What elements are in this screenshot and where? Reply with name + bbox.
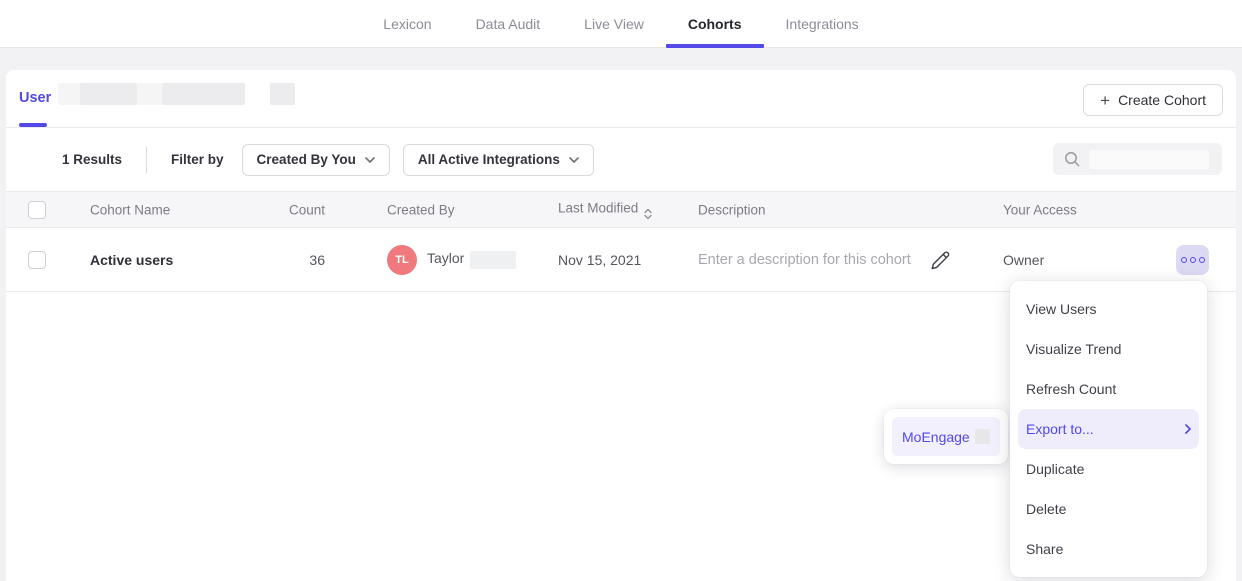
header-last-modified-label: Last Modified	[558, 200, 638, 215]
moengage-label: MoEngage	[902, 429, 970, 445]
dots-icon	[1199, 257, 1205, 263]
dots-icon	[1190, 257, 1196, 263]
menu-item-refresh-count[interactable]: Refresh Count	[1010, 369, 1207, 409]
redacted-block	[270, 83, 295, 105]
cohort-name[interactable]: Active users	[90, 252, 173, 268]
redacted-block	[470, 251, 516, 269]
header-your-access[interactable]: Your Access	[1003, 202, 1077, 217]
create-cohort-label: Create Cohort	[1118, 92, 1206, 108]
toolbar-divider	[146, 147, 147, 173]
header-created-by[interactable]: Created By	[387, 202, 455, 217]
tab-user-underline	[19, 123, 47, 127]
top-navigation-bar: Lexicon Data Audit Live View Cohorts Int…	[0, 0, 1242, 48]
header-description[interactable]: Description	[698, 202, 766, 217]
filter-by-label: Filter by	[171, 152, 224, 167]
pencil-icon	[930, 249, 951, 270]
tab-user[interactable]: User	[19, 90, 51, 106]
create-cohort-button[interactable]: + Create Cohort	[1083, 84, 1223, 116]
description-placeholder[interactable]: Enter a description for this cohort	[698, 252, 911, 268]
nav-tab-data-audit[interactable]: Data Audit	[476, 0, 541, 48]
integrations-filter-dropdown[interactable]: All Active Integrations	[403, 144, 594, 176]
plus-icon: +	[1100, 92, 1110, 109]
toolbar: 1 Results Filter by Created By You All A…	[6, 128, 1236, 191]
menu-item-export-to[interactable]: Export to...	[1018, 409, 1199, 449]
header-count[interactable]: Count	[261, 202, 325, 217]
last-modified-value: Nov 15, 2021	[558, 252, 641, 268]
search-icon	[1063, 150, 1081, 168]
your-access-value: Owner	[1003, 252, 1044, 268]
created-by-filter-dropdown[interactable]: Created By You	[242, 144, 390, 176]
redacted-block	[80, 83, 137, 105]
created-by-cell: TL Taylor	[387, 245, 516, 275]
redacted-block	[1089, 150, 1209, 169]
redacted-block	[58, 83, 80, 105]
menu-item-share[interactable]: Share	[1010, 529, 1207, 569]
edit-description-button[interactable]	[930, 249, 951, 270]
search-input[interactable]	[1053, 143, 1222, 175]
integrations-filter-label: All Active Integrations	[418, 152, 560, 167]
menu-item-view-users[interactable]: View Users	[1010, 289, 1207, 329]
redacted-block	[137, 83, 162, 105]
menu-item-duplicate[interactable]: Duplicate	[1010, 449, 1207, 489]
created-by-filter-label: Created By You	[257, 152, 356, 167]
nav-tab-cohorts[interactable]: Cohorts	[688, 0, 742, 48]
chevron-right-icon	[1185, 424, 1191, 434]
redacted-block	[975, 429, 990, 444]
menu-item-visualize-trend[interactable]: Visualize Trend	[1010, 329, 1207, 369]
row-context-menu: View Users Visualize Trend Refresh Count…	[1010, 281, 1207, 577]
chevron-down-icon	[365, 157, 375, 163]
cohort-type-tabs: User + Create Cohort	[6, 70, 1236, 128]
header-last-modified[interactable]: Last Modified	[558, 200, 652, 219]
avatar: TL	[387, 245, 417, 275]
export-submenu: MoEngage	[884, 409, 1008, 464]
dots-icon	[1181, 257, 1187, 263]
nav-tab-live-view[interactable]: Live View	[584, 0, 644, 48]
submenu-item-moengage[interactable]: MoEngage	[892, 417, 1000, 456]
redacted-block	[162, 83, 245, 105]
row-more-actions-button[interactable]	[1176, 245, 1209, 275]
row-checkbox[interactable]	[28, 251, 46, 269]
nav-tab-lexicon[interactable]: Lexicon	[383, 0, 431, 48]
cohort-count: 36	[261, 252, 325, 268]
results-count: 1 Results	[62, 152, 122, 167]
header-cohort-name[interactable]: Cohort Name	[90, 202, 170, 217]
toolbar-left-group: 1 Results Filter by Created By You All A…	[62, 128, 607, 191]
created-by-name: Taylor	[427, 250, 516, 268]
table-header-row: Cohort Name Count Created By Last Modifi…	[6, 191, 1236, 228]
sort-icon[interactable]	[644, 208, 652, 219]
menu-item-delete[interactable]: Delete	[1010, 489, 1207, 529]
select-all-checkbox[interactable]	[28, 201, 46, 219]
chevron-down-icon	[569, 157, 579, 163]
cohorts-page: Lexicon Data Audit Live View Cohorts Int…	[0, 0, 1242, 581]
nav-tab-integrations[interactable]: Integrations	[786, 0, 859, 48]
export-to-label: Export to...	[1026, 421, 1094, 437]
